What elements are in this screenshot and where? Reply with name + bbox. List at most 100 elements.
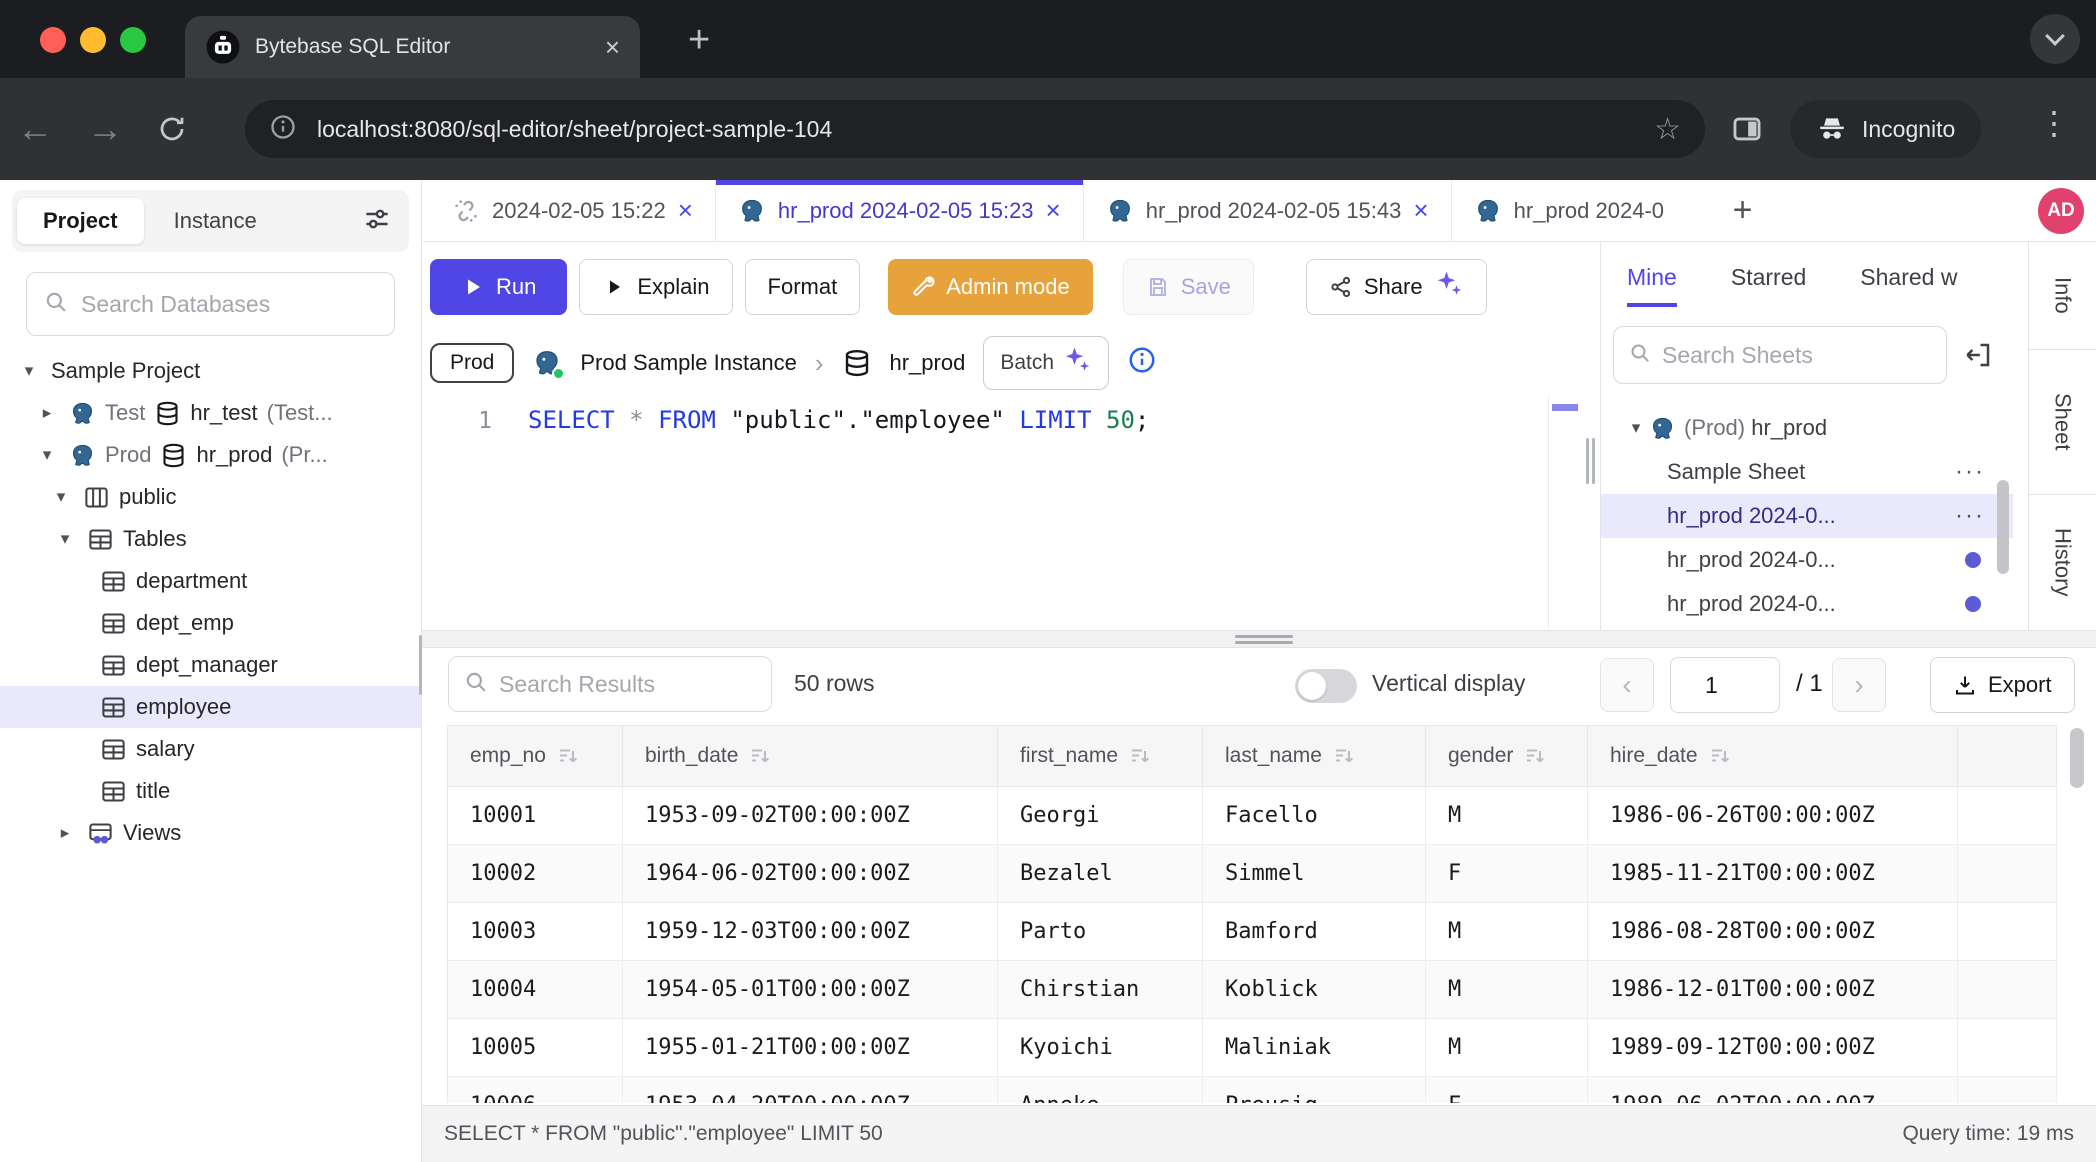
- table-cell[interactable]: 1985-11-21T00:00:00Z: [1588, 845, 1958, 902]
- close-tab-icon[interactable]: ×: [605, 32, 620, 63]
- sort-icon[interactable]: [556, 744, 580, 768]
- export-button[interactable]: Export: [1930, 657, 2075, 713]
- table-cell[interactable]: Preusig: [1203, 1077, 1426, 1103]
- table-cell[interactable]: 1986-08-28T00:00:00Z: [1588, 903, 1958, 960]
- back-button[interactable]: ←: [0, 108, 70, 150]
- results-search[interactable]: [448, 656, 772, 712]
- tab-info[interactable]: Info: [2029, 242, 2096, 350]
- table-cell[interactable]: 1986-12-01T00:00:00Z: [1588, 961, 1958, 1018]
- table-cell[interactable]: 1954-05-01T00:00:00Z: [623, 961, 998, 1018]
- sql-editor[interactable]: 1 SELECT * FROM "public"."employee" LIMI…: [422, 396, 1600, 630]
- sheet-item[interactable]: hr_prod 2024-0...: [1601, 582, 2013, 626]
- traffic-minimize-button[interactable]: [80, 27, 106, 53]
- browser-tab[interactable]: Bytebase SQL Editor ×: [185, 16, 640, 78]
- sql-code-line[interactable]: SELECT * FROM "public"."employee" LIMIT …: [528, 406, 1149, 434]
- table-cell[interactable]: M: [1426, 961, 1588, 1018]
- expander-down-icon[interactable]: ▾: [16, 361, 42, 381]
- drag-handle-icon[interactable]: [1235, 635, 1293, 644]
- table-cell[interactable]: 1964-06-02T00:00:00Z: [623, 845, 998, 902]
- tab-search-button[interactable]: [2030, 14, 2080, 64]
- column-header-hire_date[interactable]: hire_date: [1588, 726, 1958, 786]
- table-row[interactable]: 100051955-01-21T00:00:00ZKyoichiMaliniak…: [448, 1019, 2057, 1077]
- expander-down-icon[interactable]: ▾: [48, 487, 74, 507]
- table-cell[interactable]: 1953-09-02T00:00:00Z: [623, 787, 998, 844]
- expander-down-icon[interactable]: ▾: [52, 529, 78, 549]
- tab-instance[interactable]: Instance: [148, 198, 283, 244]
- forward-button[interactable]: →: [70, 108, 140, 150]
- tree-item-salary[interactable]: salary: [0, 728, 421, 770]
- sliders-icon[interactable]: [362, 204, 392, 239]
- more-menu-icon[interactable]: ···: [1955, 502, 1985, 530]
- column-header-gender[interactable]: gender: [1426, 726, 1588, 786]
- column-header-emp_no[interactable]: emp_no: [448, 726, 623, 786]
- tab-shared[interactable]: Shared w: [1860, 264, 1957, 307]
- bookmark-star-icon[interactable]: ☆: [1654, 112, 1681, 147]
- traffic-close-button[interactable]: [40, 27, 66, 53]
- tree-item-Sample Project[interactable]: ▾Sample Project: [0, 350, 421, 392]
- share-button[interactable]: Share: [1306, 259, 1487, 315]
- close-icon[interactable]: ×: [1413, 195, 1428, 226]
- tree-item-public[interactable]: ▾public: [0, 476, 421, 518]
- panel-resize-handle[interactable]: [1586, 438, 1596, 484]
- database-name[interactable]: hr_prod: [890, 350, 966, 376]
- column-header-first_name[interactable]: first_name: [998, 726, 1203, 786]
- table-cell[interactable]: 1989-09-12T00:00:00Z: [1588, 1019, 1958, 1076]
- table-cell[interactable]: Chirstian: [998, 961, 1203, 1018]
- table-cell[interactable]: 1953-04-20T00:00:00Z: [623, 1077, 998, 1103]
- sheet-group[interactable]: ▾(Prod) hr_prod: [1601, 406, 2013, 450]
- table-row[interactable]: 100031959-12-03T00:00:00ZPartoBamfordM19…: [448, 903, 2057, 961]
- table-cell[interactable]: 1989-06-02T00:00:00Z: [1588, 1077, 1958, 1103]
- table-row[interactable]: 100021964-06-02T00:00:00ZBezalelSimmelF1…: [448, 845, 2057, 903]
- search-results-input[interactable]: [499, 671, 757, 698]
- table-row[interactable]: 100041954-05-01T00:00:00ZChirstianKoblic…: [448, 961, 2057, 1019]
- search-sheets-input[interactable]: [1662, 342, 1932, 369]
- tab-starred[interactable]: Starred: [1731, 264, 1806, 307]
- table-cell[interactable]: F: [1426, 845, 1588, 902]
- table-cell[interactable]: F: [1426, 1077, 1588, 1103]
- sheets-search[interactable]: [1613, 326, 1947, 384]
- batch-button[interactable]: Batch: [983, 336, 1109, 390]
- sheets-scrollbar[interactable]: [1997, 480, 2009, 574]
- reload-button[interactable]: [140, 114, 204, 144]
- sheet-item[interactable]: Sample Sheet···: [1601, 450, 2013, 494]
- table-cell[interactable]: Parto: [998, 903, 1203, 960]
- table-cell[interactable]: 10001: [448, 787, 623, 844]
- tab-project[interactable]: Project: [17, 198, 144, 244]
- side-panel-icon[interactable]: [1730, 112, 1764, 151]
- tree-item-dept_manager[interactable]: dept_manager: [0, 644, 421, 686]
- sort-icon[interactable]: [1128, 744, 1152, 768]
- table-cell[interactable]: Bezalel: [998, 845, 1203, 902]
- table-cell[interactable]: Bamford: [1203, 903, 1426, 960]
- tree-item-Views[interactable]: ▸Views: [0, 812, 421, 854]
- expander-right-icon[interactable]: ▸: [34, 403, 60, 423]
- tree-item-dept_emp[interactable]: dept_emp: [0, 602, 421, 644]
- sort-icon[interactable]: [1332, 744, 1356, 768]
- sort-icon[interactable]: [1523, 744, 1547, 768]
- table-cell[interactable]: Maliniak: [1203, 1019, 1426, 1076]
- tab-history[interactable]: History: [2029, 495, 2096, 630]
- editor-tab[interactable]: hr_prod 2024-0: [1452, 180, 1717, 241]
- table-cell[interactable]: Facello: [1203, 787, 1426, 844]
- sort-icon[interactable]: [748, 744, 772, 768]
- expander-down-icon[interactable]: ▾: [1623, 418, 1649, 438]
- tree-item-Tables[interactable]: ▾Tables: [0, 518, 421, 560]
- site-info-icon[interactable]: [269, 113, 297, 146]
- tree-item-hr_prod[interactable]: ▾Prodhr_prod(Pr...: [0, 434, 421, 476]
- search-databases-input[interactable]: [81, 291, 378, 318]
- table-cell[interactable]: 1955-01-21T00:00:00Z: [623, 1019, 998, 1076]
- table-cell[interactable]: Koblick: [1203, 961, 1426, 1018]
- tab-sheet[interactable]: Sheet: [2029, 350, 2096, 495]
- explain-button[interactable]: Explain: [579, 259, 732, 315]
- save-button[interactable]: Save: [1123, 259, 1254, 315]
- next-page-button[interactable]: ›: [1832, 658, 1886, 712]
- table-cell[interactable]: Anneke: [998, 1077, 1203, 1103]
- ai-sparkle-icon[interactable]: [1434, 269, 1464, 305]
- table-cell[interactable]: 1986-06-26T00:00:00Z: [1588, 787, 1958, 844]
- table-cell[interactable]: 1959-12-03T00:00:00Z: [623, 903, 998, 960]
- table-cell[interactable]: Kyoichi: [998, 1019, 1203, 1076]
- table-cell[interactable]: 10006: [448, 1077, 623, 1103]
- database-search[interactable]: [26, 272, 395, 336]
- format-button[interactable]: Format: [745, 259, 861, 315]
- column-header-last_name[interactable]: last_name: [1203, 726, 1426, 786]
- import-sheet-icon[interactable]: [1963, 340, 1993, 370]
